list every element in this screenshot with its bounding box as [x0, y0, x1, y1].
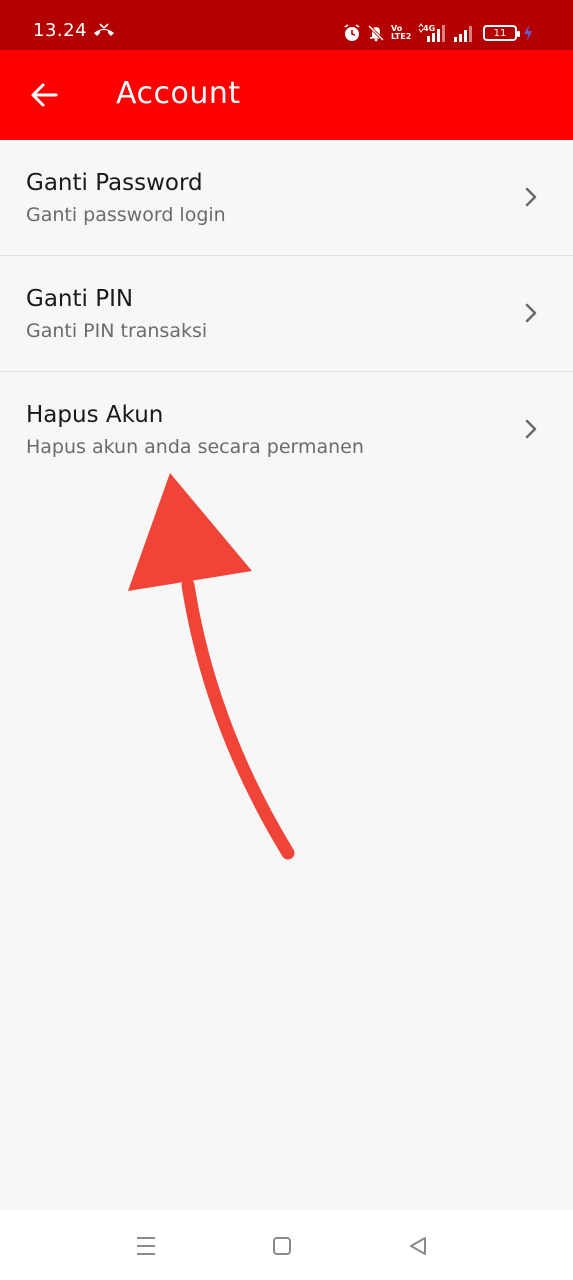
annotation-arrow-icon [128, 473, 295, 860]
recent-apps-button[interactable] [132, 1232, 160, 1260]
system-nav-bar [0, 1210, 573, 1280]
status-icons: Vo LTE2 4G 11 [343, 20, 533, 46]
menu-item-ganti-password[interactable]: Ganti Password Ganti password login [0, 140, 573, 256]
chevron-right-icon [525, 303, 537, 323]
back-button[interactable] [22, 74, 66, 116]
arrow-left-icon [31, 83, 58, 107]
menu-item-title: Ganti Password [26, 170, 203, 196]
account-menu-list: Ganti Password Ganti password login Gant… [0, 140, 573, 488]
home-square-icon [273, 1237, 291, 1255]
bell-muted-icon [367, 24, 385, 42]
app-bar: Account [0, 50, 573, 140]
menu-item-ganti-pin[interactable]: Ganti PIN Ganti PIN transaksi [0, 256, 573, 372]
battery-level: 11 [493, 27, 507, 39]
alarm-icon [344, 24, 360, 41]
menu-item-subtitle: Ganti password login [26, 204, 226, 226]
back-triangle-icon [410, 1237, 426, 1255]
svg-text:4G: 4G [423, 24, 435, 33]
menu-item-title: Hapus Akun [26, 402, 164, 428]
menu-item-subtitle: Ganti PIN transaksi [26, 320, 208, 342]
signal-icon [454, 26, 472, 42]
missed-call-icon [94, 23, 114, 36]
menu-item-title: Ganti PIN [26, 286, 134, 312]
status-bar: 13.24 Vo LTE2 4G 11 [0, 0, 573, 50]
charging-icon [524, 25, 532, 41]
back-nav-button[interactable] [404, 1232, 432, 1260]
menu-item-subtitle: Hapus akun anda secara permanen [26, 436, 364, 458]
home-button[interactable] [268, 1232, 296, 1260]
volte-icon: Vo LTE2 [391, 24, 412, 41]
signal-4g-icon: 4G [418, 23, 445, 42]
status-time: 13.24 [33, 20, 88, 41]
chevron-right-icon [525, 187, 537, 207]
page-title: Account [116, 76, 241, 111]
battery-icon: 11 [483, 25, 520, 41]
menu-icon [137, 1237, 155, 1255]
chevron-right-icon [525, 419, 537, 439]
